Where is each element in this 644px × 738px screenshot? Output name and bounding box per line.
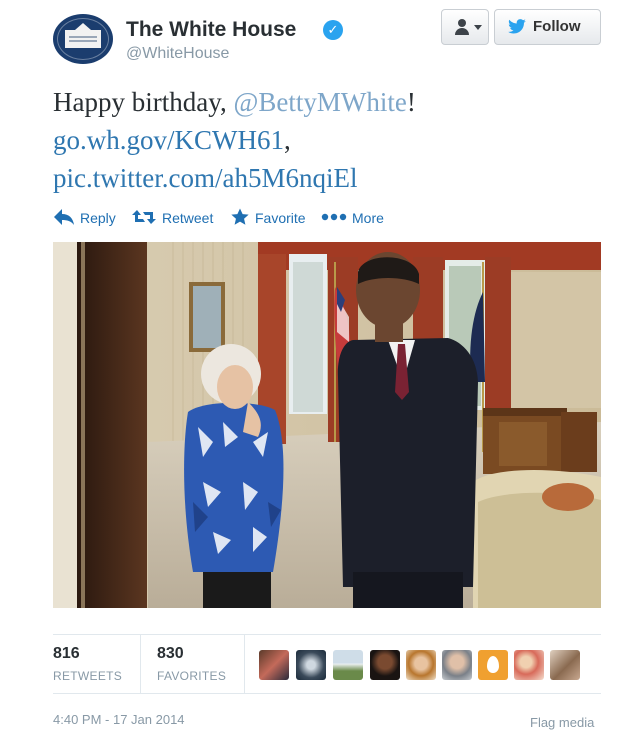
white-house-logo-icon (65, 23, 101, 48)
favoriter-avatar[interactable] (370, 650, 400, 680)
tweet-greeting: Happy birthday, (53, 87, 234, 117)
favoriter-avatar[interactable] (296, 650, 326, 680)
favorites-stat[interactable]: 830 FAVORITES (157, 645, 226, 683)
favoriter-avatar[interactable] (259, 650, 289, 680)
reply-label: Reply (80, 210, 116, 226)
favorite-action[interactable]: Favorite (231, 206, 311, 230)
more-action[interactable]: More (321, 206, 391, 230)
retweets-stat[interactable]: 816 RETWEETS (53, 645, 122, 683)
favorites-label: FAVORITES (157, 669, 227, 683)
twitter-bird-icon (508, 19, 526, 34)
short-url-link[interactable]: go.wh.gov/KCWH61 (53, 125, 284, 155)
tweet-comma: , (284, 125, 291, 155)
oval-office-photo (53, 242, 601, 608)
more-dots-icon (321, 213, 347, 221)
retweet-label: Retweet (162, 210, 214, 226)
retweet-icon (132, 210, 156, 224)
tweet-line-2: go.wh.gov/KCWH61, (53, 121, 613, 159)
favoriter-avatar[interactable] (550, 650, 580, 680)
favorite-label: Favorite (255, 210, 306, 226)
star-icon (231, 208, 249, 225)
stats-separator (244, 635, 245, 693)
flag-media-link[interactable]: Flag media (530, 715, 594, 730)
tweet-line-1: Happy birthday, @BettyMWhite! (53, 83, 613, 121)
favoriter-avatar[interactable] (406, 650, 436, 680)
favoriter-avatar[interactable] (442, 650, 472, 680)
tweet-text: Happy birthday, @BettyMWhite! go.wh.gov/… (53, 83, 613, 197)
stats-top-divider (53, 634, 601, 635)
favoriter-avatar[interactable] (333, 650, 363, 680)
favorites-count: 830 (157, 645, 184, 662)
profile-avatar[interactable] (53, 14, 113, 64)
egg-icon (487, 656, 499, 673)
tweet-exclaim: ! (406, 87, 416, 117)
stats-bottom-divider (53, 693, 601, 694)
account-handle[interactable]: @WhiteHouse (126, 45, 229, 63)
reply-arrow-icon (54, 209, 74, 225)
chevron-down-icon (474, 25, 482, 30)
reply-action[interactable]: Reply (53, 206, 123, 230)
stats-separator (140, 635, 141, 693)
follow-button[interactable]: Follow (494, 9, 601, 45)
retweets-label: RETWEETS (53, 669, 123, 683)
verified-badge-icon: ✓ (323, 20, 343, 40)
mention-link[interactable]: @BettyMWhite (233, 87, 406, 117)
person-icon (453, 18, 471, 36)
tweet-timestamp: 4:40 PM - 17 Jan 2014 (53, 712, 185, 727)
default-egg-avatar[interactable] (478, 650, 508, 680)
favoriter-avatar[interactable] (514, 650, 544, 680)
retweet-action[interactable]: Retweet (132, 206, 222, 230)
account-name[interactable]: The White House (126, 18, 296, 42)
tweet-photo[interactable] (53, 242, 601, 608)
pic-link[interactable]: pic.twitter.com/ah5M6nqiEl (53, 163, 357, 193)
tweet-line-3: pic.twitter.com/ah5M6nqiEl (53, 159, 613, 197)
retweets-count: 816 (53, 645, 80, 662)
user-actions-dropdown-button[interactable] (441, 9, 489, 45)
more-label: More (352, 210, 384, 226)
follow-button-label: Follow (533, 18, 581, 35)
